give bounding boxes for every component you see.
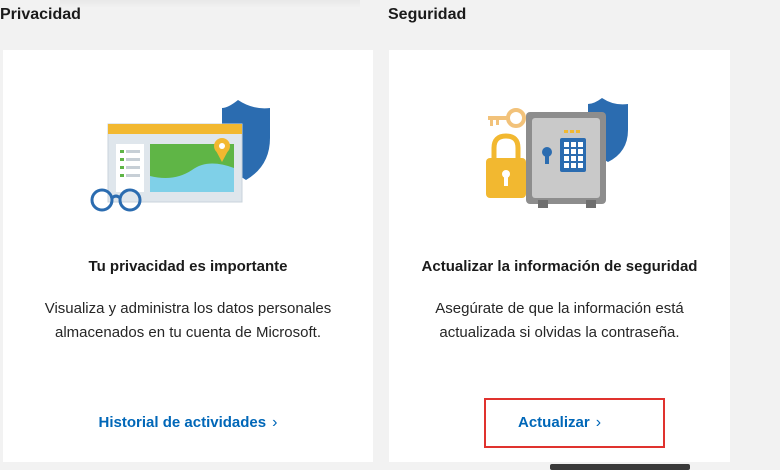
activity-history-link-label: Historial de actividades	[98, 414, 267, 431]
privacy-card: Tu privacidad es importante Visualiza y …	[3, 50, 373, 462]
activity-history-link[interactable]: Historial de actividades ›	[3, 414, 373, 432]
privacy-illustration	[88, 88, 288, 223]
privacy-heading: Tu privacidad es importante	[88, 258, 288, 275]
chevron-right-icon: ›	[272, 414, 278, 431]
section-title-security: Seguridad	[388, 6, 467, 23]
privacy-description: Visualiza y administra los datos persona…	[44, 300, 332, 341]
bottom-bar	[550, 464, 690, 470]
security-heading: Actualizar la información de seguridad	[421, 258, 698, 275]
highlight-box	[484, 398, 665, 448]
top-shadow	[60, 0, 360, 8]
section-title-privacy: Privacidad	[0, 6, 81, 23]
security-illustration	[480, 88, 640, 223]
security-description: Asegúrate de que la información está act…	[435, 300, 684, 341]
